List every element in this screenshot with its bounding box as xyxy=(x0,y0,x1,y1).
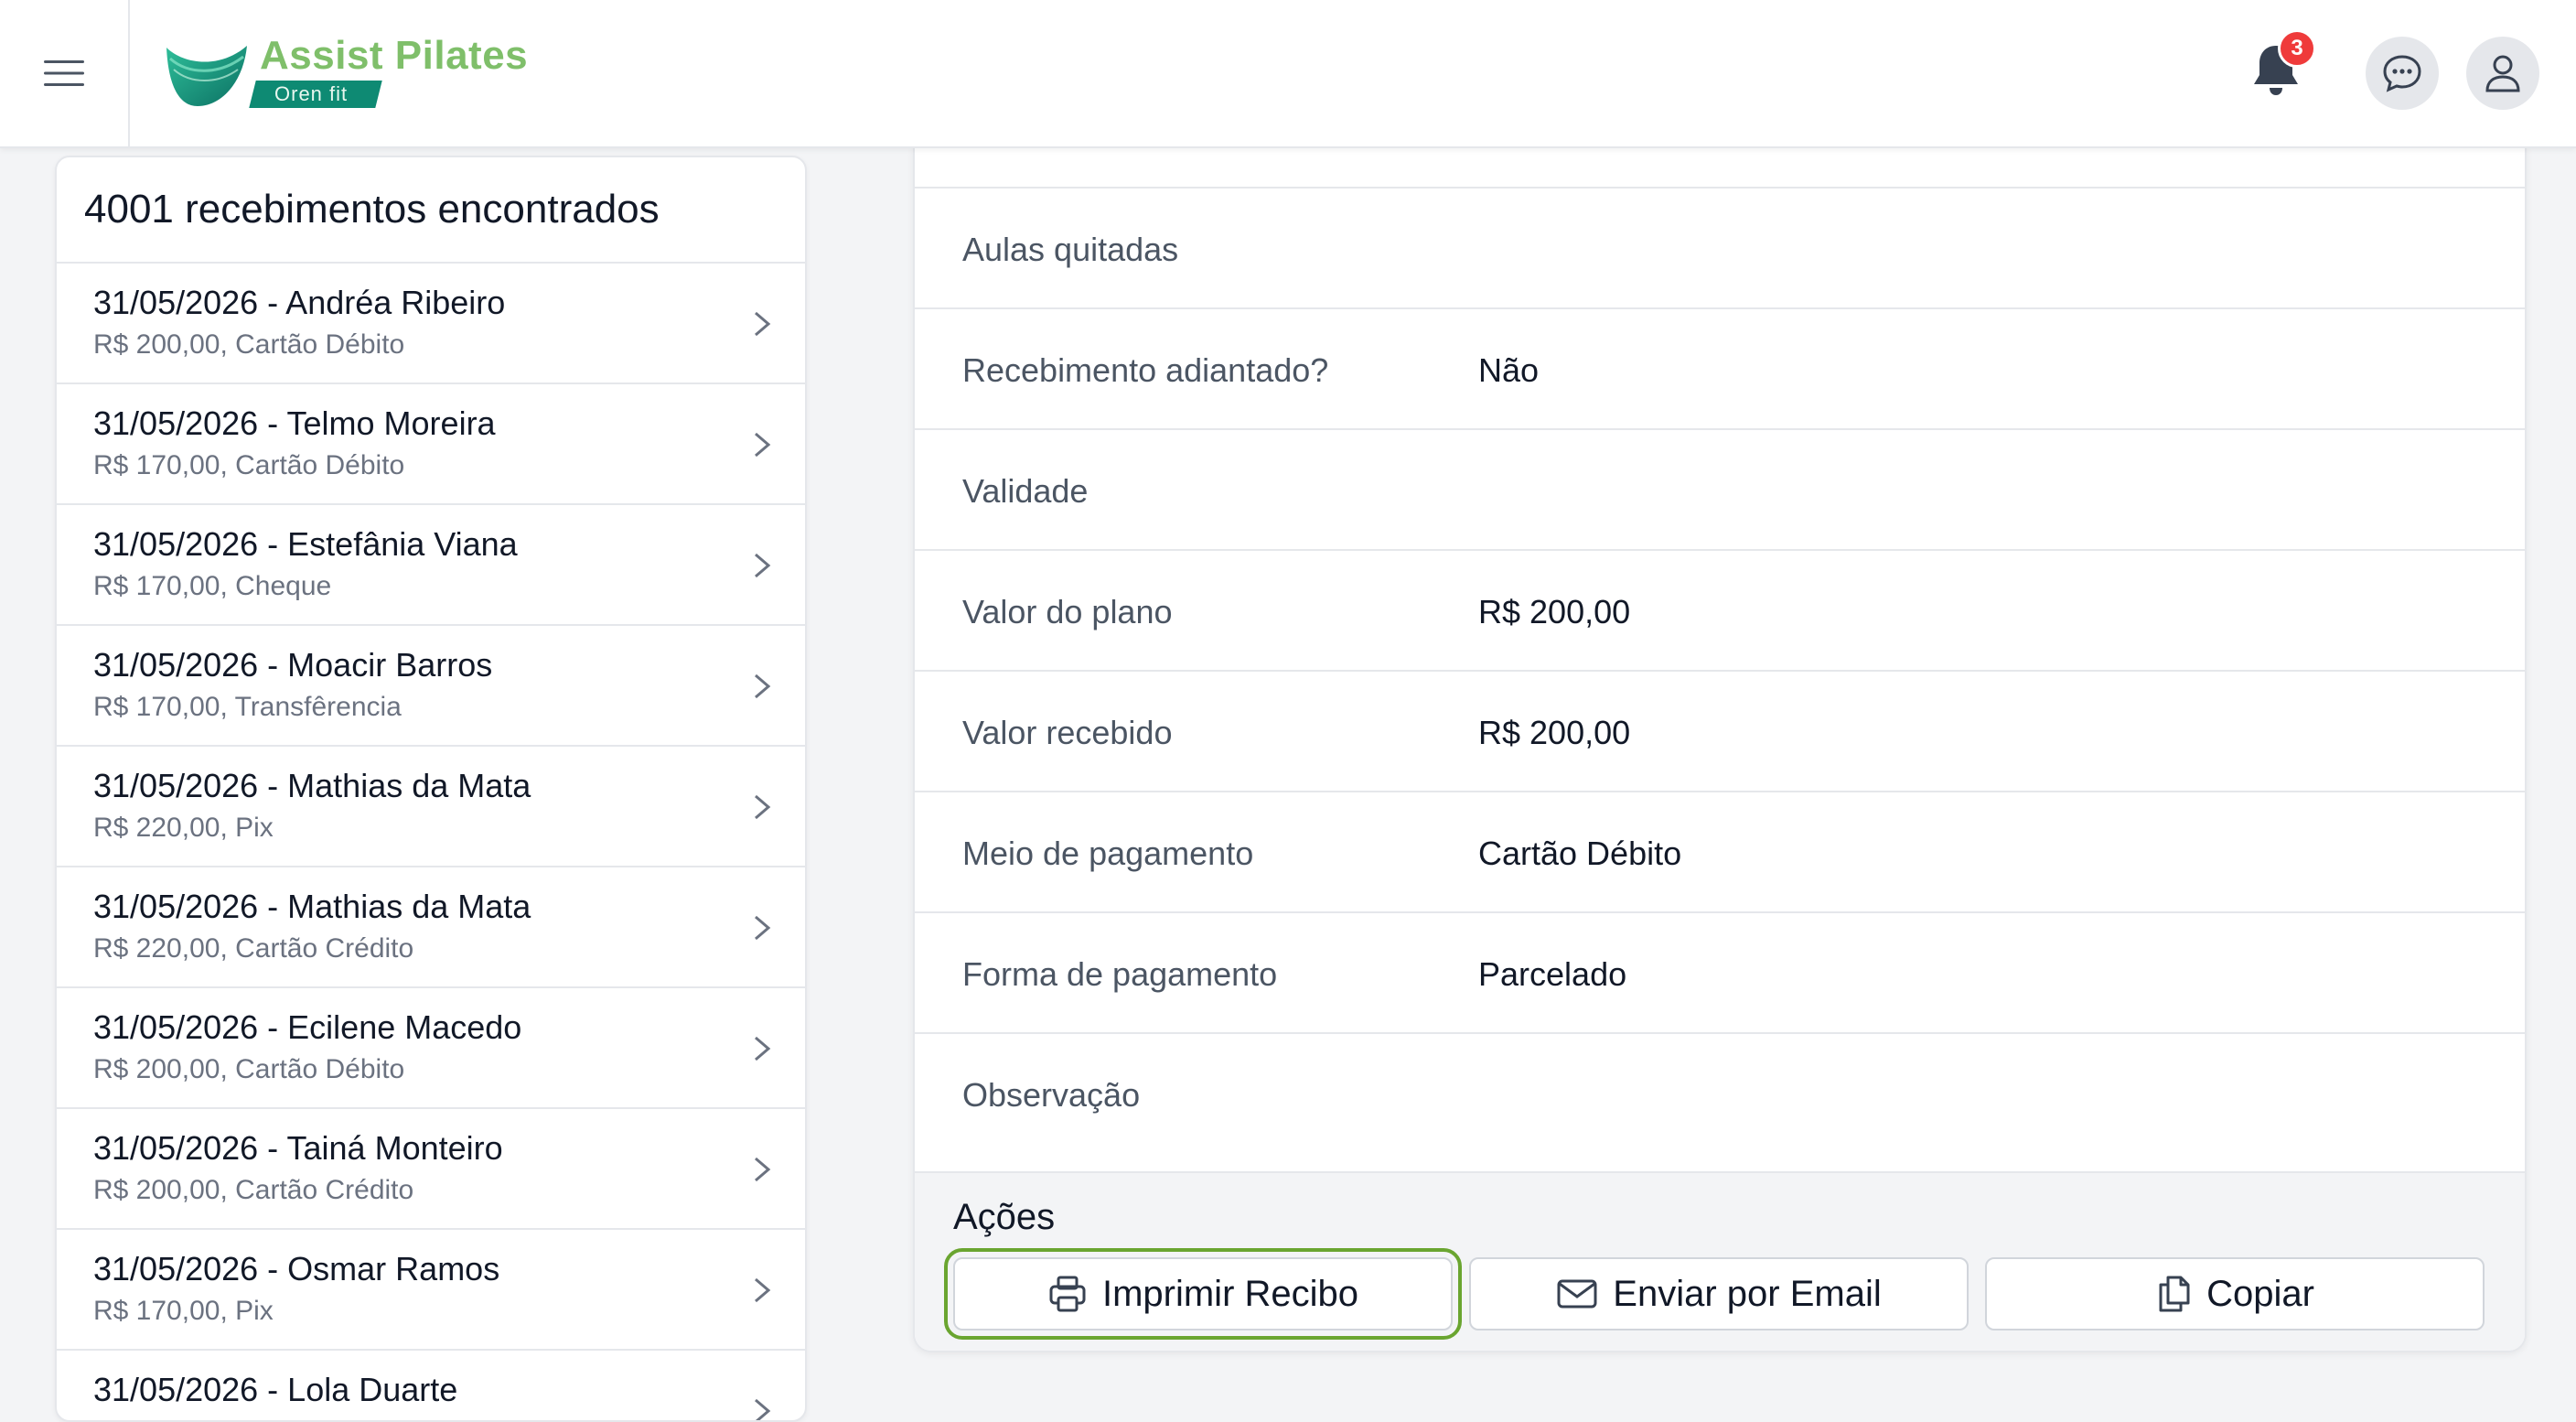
chevron-right-icon xyxy=(755,794,771,820)
list-item-subtitle: R$ 200,00, Cartão Débito xyxy=(93,1054,405,1084)
chat-bubble-icon xyxy=(2383,55,2421,92)
detail-row-recebimento-adiantado: Recebimento adiantado? Não xyxy=(915,307,2525,428)
list-item-subtitle: R$ 170,00, Transfêrencia xyxy=(93,692,402,722)
list-item-title: 31/05/2026 - Osmar Ramos xyxy=(93,1250,500,1287)
chevron-right-icon xyxy=(755,673,771,699)
list-item[interactable]: 31/05/2026 - Osmar Ramos R$ 170,00, Pix xyxy=(57,1230,805,1351)
detail-value: R$ 200,00 xyxy=(1478,714,1631,751)
detail-row-valor-recebido: Valor recebido R$ 200,00 xyxy=(915,670,2525,791)
detail-row-validade: Validade xyxy=(915,428,2525,549)
chat-button[interactable] xyxy=(2366,37,2439,110)
chevron-right-icon xyxy=(755,1157,771,1182)
list-item-subtitle: R$ 220,00, Cartão Crédito xyxy=(93,933,414,964)
list-item[interactable]: 31/05/2026 - Estefânia Viana R$ 170,00, … xyxy=(57,505,805,626)
list-item-subtitle: R$ 170,00, Cheque xyxy=(93,571,332,601)
list-item[interactable]: 31/05/2026 - Moacir Barros R$ 170,00, Tr… xyxy=(57,626,805,747)
envelope-icon xyxy=(1557,1279,1597,1309)
list-item-subtitle: R$ 200,00, Cartão Débito xyxy=(93,329,405,360)
detail-label: Forma de pagamento xyxy=(962,955,1278,993)
detail-row-aulas-quitadas: Aulas quitadas xyxy=(915,187,2525,307)
list-item[interactable]: 31/05/2026 - Tainá Monteiro R$ 200,00, C… xyxy=(57,1109,805,1230)
actions-section: Ações Imprimir Recibo Enviar por Email C xyxy=(915,1171,2525,1351)
detail-row-meio-pagamento: Meio de pagamento Cartão Débito xyxy=(915,791,2525,911)
list-item-title: 31/05/2026 - Andréa Ribeiro xyxy=(93,284,506,321)
detail-label: Validade xyxy=(962,472,1089,510)
list-item-subtitle: R$ 170,00, Pix xyxy=(93,1296,274,1326)
copy-button[interactable]: Copiar xyxy=(1985,1257,2485,1330)
list-item-title: 31/05/2026 - Tainá Monteiro xyxy=(93,1129,503,1167)
logo-title: Assist Pilates xyxy=(260,33,529,78)
list-item-title: 31/05/2026 - Moacir Barros xyxy=(93,646,493,684)
receipts-count-heading: 4001 recebimentos encontrados xyxy=(57,157,805,264)
list-item-title: 31/05/2026 - Lola Duarte xyxy=(93,1371,458,1408)
print-receipt-button[interactable]: Imprimir Recibo xyxy=(944,1248,1462,1340)
printer-icon xyxy=(1049,1276,1086,1312)
logo-wave-icon xyxy=(166,46,247,106)
chevron-right-icon xyxy=(755,432,771,458)
detail-value: Parcelado xyxy=(1478,955,1627,993)
list-item-subtitle: R$ 170,00, Cartão Débito xyxy=(93,450,405,480)
list-item-subtitle: R$ 200,00, Cartão Crédito xyxy=(93,1175,414,1205)
list-item[interactable]: 31/05/2026 - Mathias da Mata R$ 220,00, … xyxy=(57,747,805,867)
chevron-right-icon xyxy=(755,1398,771,1420)
notification-count-badge: 3 xyxy=(2278,29,2316,68)
detail-row-valor-plano: Valor do plano R$ 200,00 xyxy=(915,549,2525,670)
list-item-title: 31/05/2026 - Telmo Moreira xyxy=(93,404,496,442)
top-bar: Assist Pilates Oren fit 3 xyxy=(0,0,2576,148)
detail-value: R$ 200,00 xyxy=(1478,593,1631,630)
chevron-right-icon xyxy=(755,1036,771,1061)
detail-label: Recebimento adiantado? xyxy=(962,351,1329,389)
receipt-detail-panel: Aulas quitadas Recebimento adiantado? Nã… xyxy=(913,146,2527,1352)
list-item[interactable]: 31/05/2026 - Andréa Ribeiro R$ 200,00, C… xyxy=(57,264,805,384)
copy-icon xyxy=(2159,1276,2190,1312)
detail-row-forma-pagamento: Forma de pagamento Parcelado xyxy=(915,911,2525,1032)
list-item[interactable]: 31/05/2026 - Mathias da Mata R$ 220,00, … xyxy=(57,867,805,988)
actions-heading: Ações xyxy=(953,1197,1056,1237)
logo-tagline-text: Oren fit xyxy=(274,82,349,105)
chevron-right-icon xyxy=(755,915,771,941)
detail-label: Aulas quitadas xyxy=(962,231,1179,268)
list-item-title: 31/05/2026 - Estefânia Viana xyxy=(93,525,518,563)
detail-value: Cartão Débito xyxy=(1478,835,1682,872)
app-logo[interactable]: Assist Pilates Oren fit xyxy=(165,33,528,115)
user-profile-button[interactable] xyxy=(2466,37,2539,110)
list-item-subtitle: R$ 220,00, Pix xyxy=(93,813,274,843)
list-item[interactable]: 31/05/2026 - Lola Duarte xyxy=(57,1351,805,1420)
list-item-title: 31/05/2026 - Mathias da Mata xyxy=(93,767,531,804)
print-receipt-label: Imprimir Recibo xyxy=(1101,1273,1359,1314)
detail-label: Valor do plano xyxy=(962,593,1173,630)
chevron-right-icon xyxy=(755,1277,771,1303)
hamburger-menu-button[interactable] xyxy=(0,0,130,146)
detail-label: Valor recebido xyxy=(962,714,1173,751)
list-item-title: 31/05/2026 - Ecilene Macedo xyxy=(93,1008,522,1046)
list-item-title: 31/05/2026 - Mathias da Mata xyxy=(93,888,531,925)
detail-label: Meio de pagamento xyxy=(962,835,1254,872)
logo-tagline: Oren fit xyxy=(249,81,382,108)
chevron-right-icon xyxy=(755,311,771,337)
copy-label: Copiar xyxy=(2206,1273,2314,1314)
send-email-button[interactable]: Enviar por Email xyxy=(1469,1257,1969,1330)
receipts-list: 4001 recebimentos encontrados 31/05/2026… xyxy=(55,156,807,1422)
list-item[interactable]: 31/05/2026 - Ecilene Macedo R$ 200,00, C… xyxy=(57,988,805,1109)
list-item[interactable]: 31/05/2026 - Telmo Moreira R$ 170,00, Ca… xyxy=(57,384,805,505)
detail-row-observacao: Observação xyxy=(915,1032,2525,1171)
send-email-label: Enviar por Email xyxy=(1613,1273,1882,1314)
detail-value: Não xyxy=(1478,351,1540,389)
hamburger-menu-icon xyxy=(44,60,84,86)
detail-label: Observação xyxy=(962,1076,1141,1114)
chevron-right-icon xyxy=(755,553,771,578)
user-icon xyxy=(2485,55,2520,92)
